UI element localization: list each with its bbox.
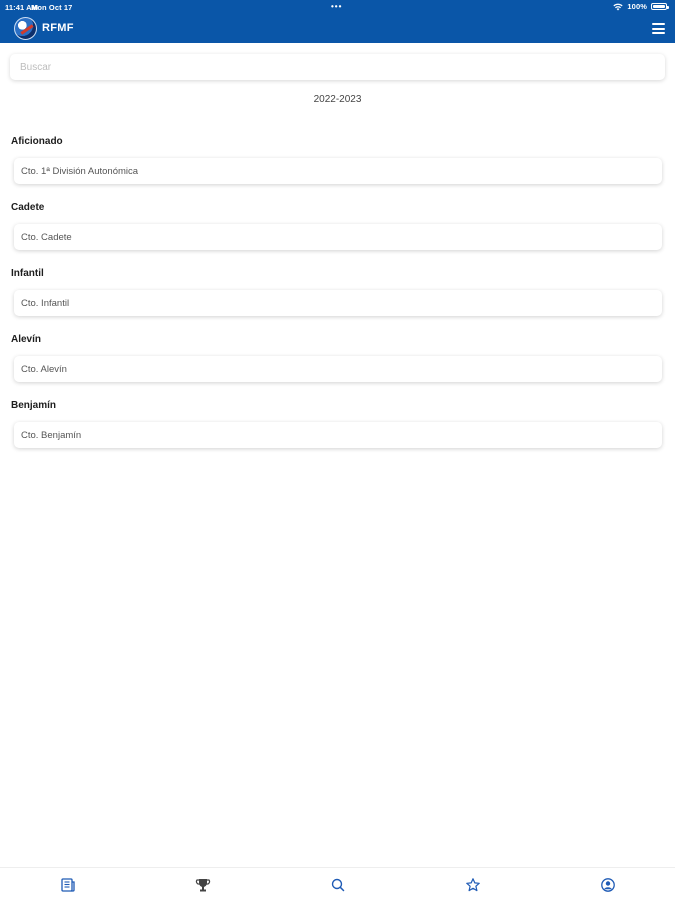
nav-bar: RFMF bbox=[0, 16, 675, 42]
battery-icon bbox=[651, 3, 669, 10]
competition-value: Cto. Benjamín bbox=[21, 430, 82, 441]
status-indicators: 100% bbox=[613, 2, 669, 11]
competition-select-benjamin[interactable]: Cto. Benjamín bbox=[14, 422, 662, 448]
status-date: Mon Oct 17 bbox=[31, 3, 73, 12]
competition-select-alevin[interactable]: Cto. Alevín bbox=[14, 356, 662, 382]
status-bar: 11:41 AM Mon Oct 17 ••• 100% bbox=[0, 0, 675, 14]
competition-select-aficionado[interactable]: Cto. 1ª División Autonómica bbox=[14, 158, 662, 184]
season-label: 2022-2023 bbox=[313, 94, 362, 105]
top-bar: 11:41 AM Mon Oct 17 ••• 100% RFMF bbox=[0, 0, 675, 43]
brand-title: RFMF bbox=[42, 22, 74, 34]
trophy-icon[interactable] bbox=[195, 877, 211, 893]
category-label-infantil: Infantil bbox=[11, 268, 44, 279]
battery-percent: 100% bbox=[627, 2, 647, 11]
rfmf-logo-icon[interactable] bbox=[14, 17, 37, 40]
competition-select-infantil[interactable]: Cto. Infantil bbox=[14, 290, 662, 316]
competition-value: Cto. 1ª División Autonómica bbox=[21, 166, 139, 177]
competition-value: Cto. Infantil bbox=[21, 298, 70, 309]
search-input[interactable] bbox=[10, 54, 665, 80]
category-label-benjamin: Benjamín bbox=[11, 400, 57, 411]
star-icon[interactable] bbox=[465, 877, 481, 893]
category-label-alevin: Alevín bbox=[11, 334, 42, 345]
competition-select-cadete[interactable]: Cto. Cadete bbox=[14, 224, 662, 250]
wifi-icon bbox=[613, 3, 624, 10]
hamburger-menu-icon[interactable] bbox=[652, 23, 665, 34]
news-icon[interactable] bbox=[60, 877, 76, 893]
search-icon[interactable] bbox=[330, 877, 346, 893]
multitask-dots[interactable]: ••• bbox=[331, 2, 342, 11]
profile-icon[interactable] bbox=[600, 877, 616, 893]
competition-value: Cto. Cadete bbox=[21, 232, 72, 243]
category-label-aficionado: Aficionado bbox=[11, 136, 63, 147]
category-label-cadete: Cadete bbox=[11, 202, 45, 213]
bottom-tab-bar bbox=[0, 867, 675, 900]
search-box[interactable] bbox=[10, 54, 665, 80]
competition-value: Cto. Alevín bbox=[21, 364, 67, 375]
